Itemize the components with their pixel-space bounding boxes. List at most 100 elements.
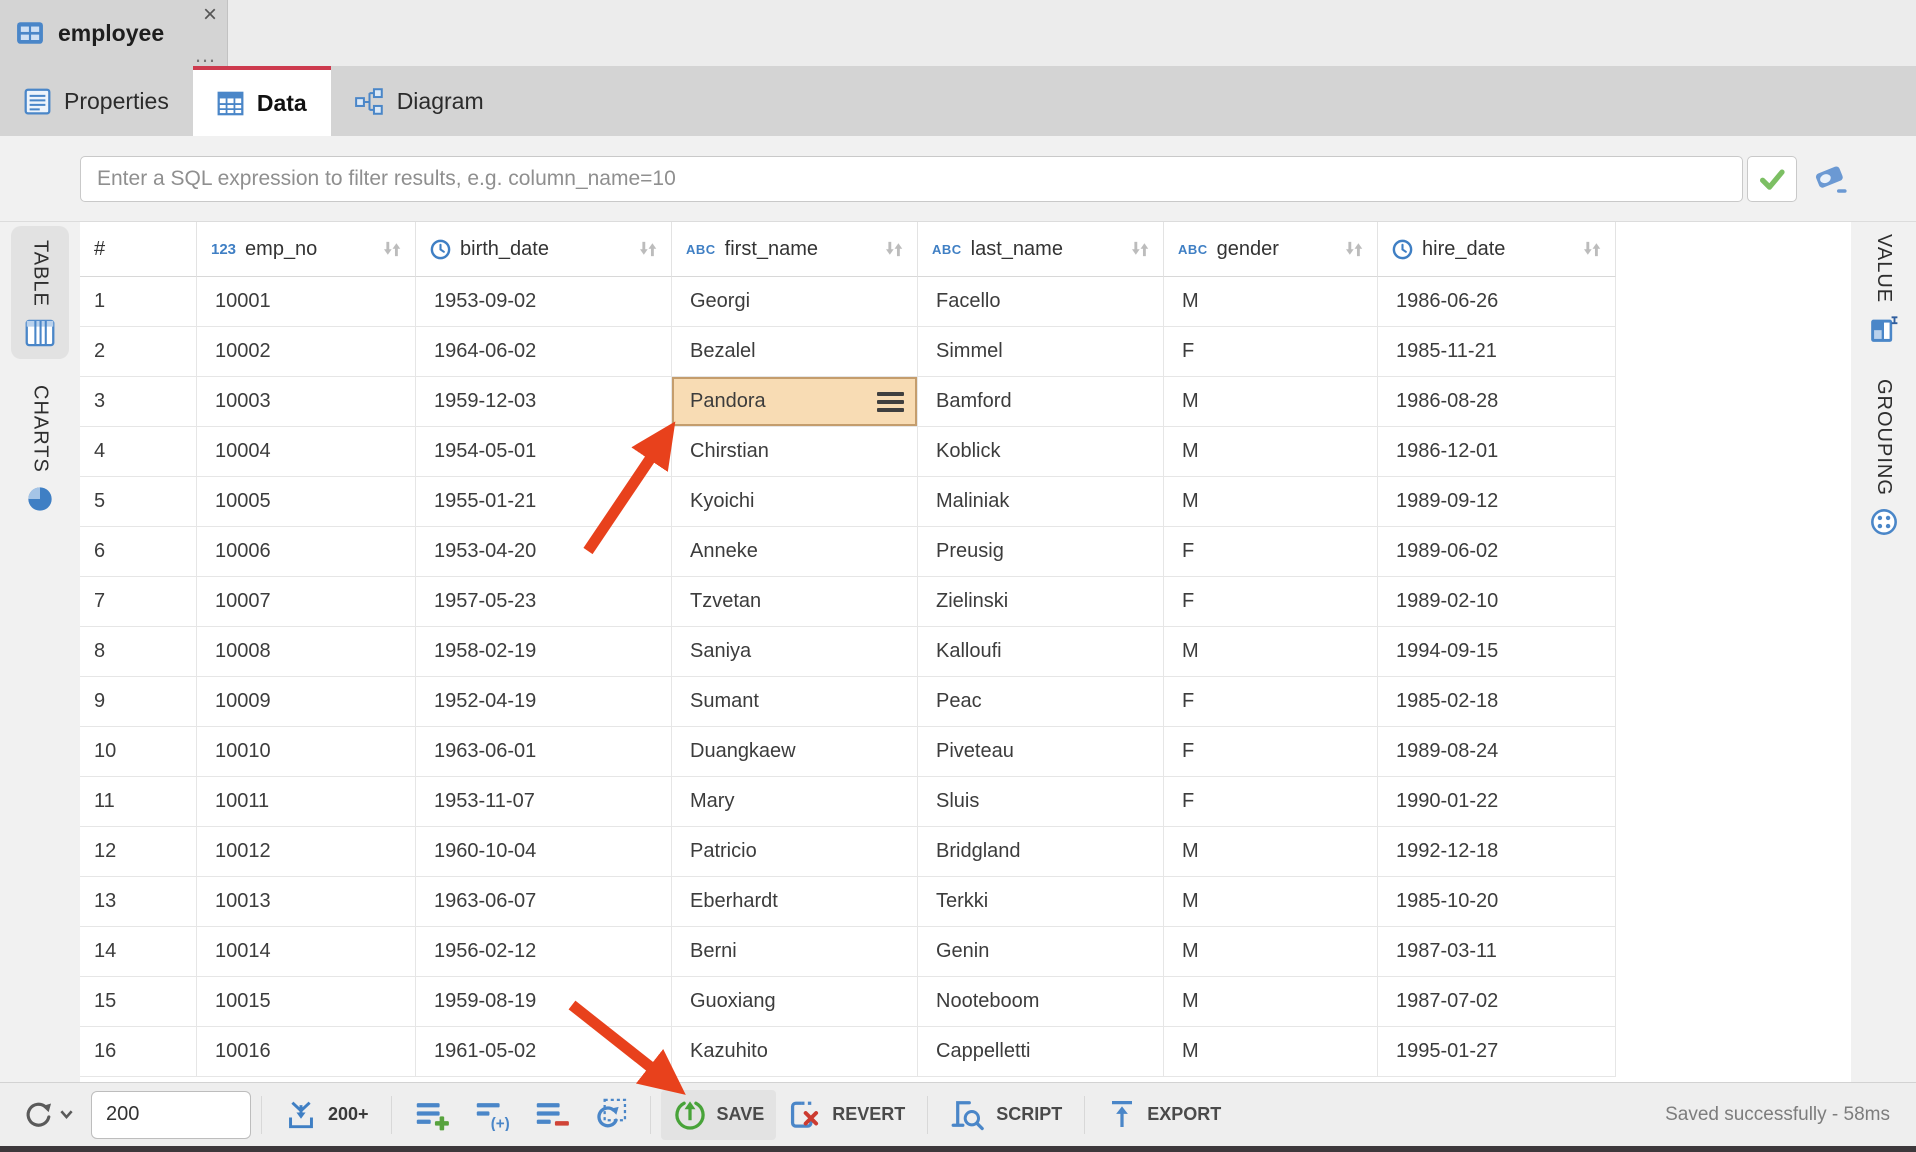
row-number-cell[interactable]: 16 [80, 1027, 197, 1077]
row-number-cell[interactable]: 8 [80, 627, 197, 677]
row-number-cell[interactable]: 14 [80, 927, 197, 977]
table-cell[interactable]: Kazuhito [672, 1027, 918, 1077]
table-cell[interactable]: 10013 [197, 877, 416, 927]
table-cell[interactable]: F [1164, 527, 1378, 577]
column-header-row-num[interactable]: # [80, 222, 197, 277]
duplicate-row-button[interactable]: (+) [462, 1090, 522, 1139]
table-cell[interactable]: 1953-04-20 [416, 527, 672, 577]
table-cell[interactable]: 1953-11-07 [416, 777, 672, 827]
table-cell[interactable]: 1985-10-20 [1378, 877, 1616, 927]
table-cell[interactable]: Sumant [672, 677, 918, 727]
row-number-cell[interactable]: 11 [80, 777, 197, 827]
column-header-first-name[interactable]: ABC first_name [672, 222, 918, 277]
table-cell[interactable]: F [1164, 677, 1378, 727]
table-cell[interactable]: M [1164, 277, 1378, 327]
fetch-size-input[interactable] [91, 1091, 251, 1139]
revert-button[interactable]: REVERT [776, 1090, 917, 1140]
table-cell[interactable]: 10005 [197, 477, 416, 527]
column-header-birth-date[interactable]: birth_date [416, 222, 672, 277]
row-number-cell[interactable]: 4 [80, 427, 197, 477]
apply-filter-button[interactable] [1747, 156, 1797, 202]
table-cell[interactable]: 1959-12-03 [416, 377, 672, 427]
tab-diagram[interactable]: Diagram [331, 66, 508, 136]
table-cell[interactable]: Bamford [918, 377, 1164, 427]
table-cell[interactable]: Facello [918, 277, 1164, 327]
table-cell[interactable]: Genin [918, 927, 1164, 977]
refresh-button[interactable] [22, 1098, 73, 1132]
row-number-cell[interactable]: 10 [80, 727, 197, 777]
table-cell[interactable]: Saniya [672, 627, 918, 677]
table-cell[interactable]: M [1164, 827, 1378, 877]
table-cell[interactable]: F [1164, 727, 1378, 777]
column-header-last-name[interactable]: ABC last_name [918, 222, 1164, 277]
row-number-cell[interactable]: 9 [80, 677, 197, 727]
table-cell[interactable]: Peac [918, 677, 1164, 727]
row-number-cell[interactable]: 3 [80, 377, 197, 427]
column-header-gender[interactable]: ABC gender [1164, 222, 1378, 277]
table-cell[interactable]: Guoxiang [672, 977, 918, 1027]
table-cell[interactable]: 10006 [197, 527, 416, 577]
rail-item-table[interactable]: TABLE [11, 226, 69, 359]
fetch-all-button[interactable]: 200+ [272, 1091, 381, 1139]
rail-item-charts[interactable]: CHARTS [0, 385, 80, 513]
table-cell[interactable]: 1989-09-12 [1378, 477, 1616, 527]
hamburger-icon[interactable] [877, 392, 904, 416]
rail-item-grouping[interactable]: GROUPING [1851, 379, 1916, 536]
table-cell[interactable]: 1960-10-04 [416, 827, 672, 877]
table-cell[interactable]: 1989-02-10 [1378, 577, 1616, 627]
table-cell[interactable]: Sluis [918, 777, 1164, 827]
table-cell[interactable]: 10001 [197, 277, 416, 327]
table-cell[interactable]: Bridgland [918, 827, 1164, 877]
table-cell[interactable]: Patricio [672, 827, 918, 877]
table-cell[interactable]: 1985-02-18 [1378, 677, 1616, 727]
rail-item-value[interactable]: VALUE [1851, 234, 1916, 343]
table-cell[interactable]: M [1164, 927, 1378, 977]
table-cell[interactable]: Cappelletti [918, 1027, 1164, 1077]
table-cell[interactable]: 10012 [197, 827, 416, 877]
row-number-cell[interactable]: 12 [80, 827, 197, 877]
table-cell[interactable]: Kalloufi [918, 627, 1164, 677]
sort-icon[interactable] [1129, 239, 1151, 259]
table-cell[interactable]: Koblick [918, 427, 1164, 477]
table-cell[interactable]: 1958-02-19 [416, 627, 672, 677]
delete-row-button[interactable] [522, 1090, 582, 1139]
table-cell[interactable]: 1989-06-02 [1378, 527, 1616, 577]
table-cell[interactable]: M [1164, 627, 1378, 677]
clear-filter-button[interactable] [1811, 159, 1851, 199]
table-cell[interactable]: F [1164, 327, 1378, 377]
table-cell[interactable]: 10002 [197, 327, 416, 377]
table-cell[interactable]: 1995-01-27 [1378, 1027, 1616, 1077]
table-cell[interactable]: 10007 [197, 577, 416, 627]
table-cell[interactable]: 1961-05-02 [416, 1027, 672, 1077]
row-number-cell[interactable]: 5 [80, 477, 197, 527]
table-cell[interactable]: 1987-07-02 [1378, 977, 1616, 1027]
table-cell[interactable]: 1953-09-02 [416, 277, 672, 327]
table-cell[interactable]: Eberhardt [672, 877, 918, 927]
table-cell[interactable]: Piveteau [918, 727, 1164, 777]
table-cell[interactable]: Bezalel [672, 327, 918, 377]
export-button[interactable]: EXPORT [1095, 1090, 1233, 1139]
table-cell[interactable]: 1986-12-01 [1378, 427, 1616, 477]
table-cell[interactable]: Zielinski [918, 577, 1164, 627]
table-cell[interactable]: 1994-09-15 [1378, 627, 1616, 677]
sort-icon[interactable] [883, 239, 905, 259]
table-cell[interactable]: 1985-11-21 [1378, 327, 1616, 377]
refresh-data-button[interactable] [582, 1090, 640, 1139]
script-button[interactable]: SCRIPT [938, 1090, 1074, 1140]
table-cell[interactable]: 1964-06-02 [416, 327, 672, 377]
tab-data[interactable]: Data [193, 66, 331, 136]
tab-properties[interactable]: Properties [0, 66, 193, 136]
table-cell[interactable]: 1989-08-24 [1378, 727, 1616, 777]
table-cell[interactable]: 1992-12-18 [1378, 827, 1616, 877]
row-number-cell[interactable]: 6 [80, 527, 197, 577]
table-cell[interactable]: F [1164, 777, 1378, 827]
sort-icon[interactable] [1343, 239, 1365, 259]
table-cell[interactable]: 1952-04-19 [416, 677, 672, 727]
table-cell[interactable]: 1954-05-01 [416, 427, 672, 477]
table-cell[interactable]: 1987-03-11 [1378, 927, 1616, 977]
table-cell[interactable]: 1963-06-07 [416, 877, 672, 927]
ellipsis-icon[interactable]: … [194, 44, 217, 66]
table-cell[interactable]: Anneke [672, 527, 918, 577]
column-header-emp-no[interactable]: 123 emp_no [197, 222, 416, 277]
document-tab-employee[interactable]: employee × … [0, 0, 228, 66]
